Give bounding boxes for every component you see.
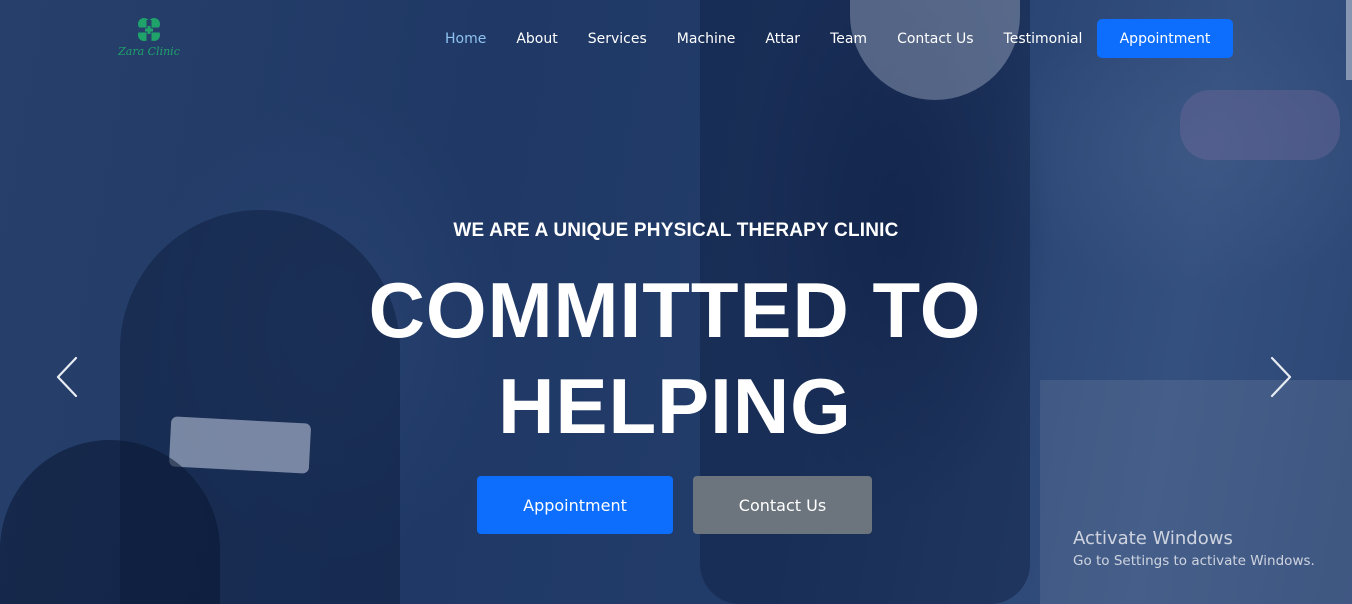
nav-links: Home About Services Machine Attar Team C… <box>430 28 1097 50</box>
chevron-left-icon[interactable] <box>54 356 80 398</box>
hero-contact-button[interactable]: Contact Us <box>693 476 872 534</box>
watermark-subtitle: Go to Settings to activate Windows. <box>1073 553 1315 569</box>
nav-about[interactable]: About <box>501 28 572 50</box>
nav-attar[interactable]: Attar <box>750 28 815 50</box>
brand-logo[interactable]: Zara Clinic <box>116 16 182 62</box>
nav-team[interactable]: Team <box>815 28 882 50</box>
hero-headline-line-2: HELPING <box>498 362 852 450</box>
page-scrollbar[interactable] <box>1346 0 1352 80</box>
hero-appointment-button[interactable]: Appointment <box>477 476 673 534</box>
nav-appointment-button[interactable]: Appointment <box>1097 19 1233 58</box>
brand-name: Zara Clinic <box>118 45 180 58</box>
chevron-right-icon[interactable] <box>1268 356 1294 398</box>
clinic-clover-icon <box>138 18 160 41</box>
hero-carousel: Zara Clinic Home About Services Machine … <box>0 0 1352 604</box>
background-photo-region <box>168 416 312 474</box>
nav-testimonial[interactable]: Testimonial <box>989 28 1098 50</box>
nav-machine[interactable]: Machine <box>662 28 751 50</box>
activate-windows-watermark: Activate Windows Go to Settings to activ… <box>1073 528 1315 572</box>
background-photo-region <box>0 440 220 604</box>
nav-services[interactable]: Services <box>573 28 662 50</box>
background-photo-region <box>1180 90 1340 160</box>
hero-headline-line-1: COMMITTED TO <box>368 266 982 354</box>
hero-subtitle: WE ARE A UNIQUE PHYSICAL THERAPY CLINIC <box>453 220 899 241</box>
watermark-title: Activate Windows <box>1073 528 1233 549</box>
nav-home[interactable]: Home <box>430 28 501 50</box>
top-navbar: Zara Clinic Home About Services Machine … <box>0 0 1352 78</box>
nav-contact-us[interactable]: Contact Us <box>882 28 988 50</box>
hero-headline: COMMITTED TO HELPING <box>340 262 1010 454</box>
